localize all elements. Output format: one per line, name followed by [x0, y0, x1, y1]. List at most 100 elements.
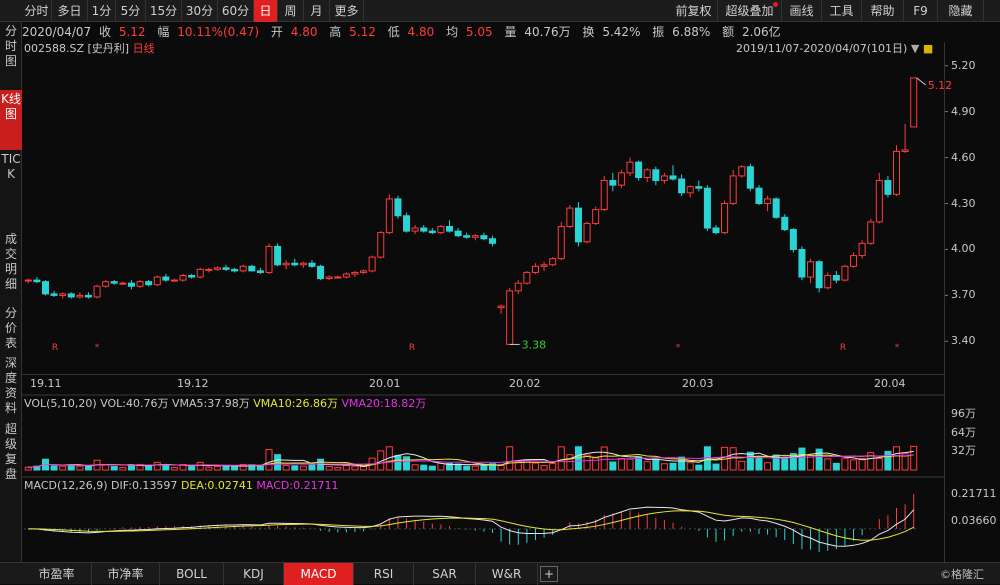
volume-bar: [24, 466, 32, 471]
sidebar-item-5[interactable]: 深度资料: [0, 354, 22, 420]
toolbar-button-3[interactable]: 工具: [822, 0, 862, 22]
volume-bar: [325, 466, 333, 471]
vma10-value: VMA10:26.86万: [253, 397, 338, 410]
candle-body: [420, 227, 428, 232]
indicator-tab-2[interactable]: BOLL: [160, 563, 224, 585]
candle-body: [299, 262, 307, 266]
tab-2[interactable]: 1分: [88, 0, 116, 22]
sidebar-item-0[interactable]: 分时图: [0, 22, 22, 90]
tab-3[interactable]: 5分: [116, 0, 146, 22]
tab-8[interactable]: 周: [278, 0, 304, 22]
sidebar-item-4[interactable]: 分价表: [0, 304, 22, 354]
volume-tick-label: 64万: [951, 425, 976, 439]
volume-bar: [600, 446, 608, 471]
candle-body: [789, 229, 797, 250]
candle-body: [102, 281, 110, 287]
candle-body: [626, 161, 634, 174]
tab-4[interactable]: 15分: [146, 0, 182, 22]
volume-bar: [609, 461, 617, 471]
candle-body: [574, 207, 582, 243]
toolbar-button-6[interactable]: 隐藏: [938, 0, 984, 22]
candle-body: [506, 290, 514, 345]
toolbar-button-4[interactable]: 帮助: [862, 0, 904, 22]
dea-value: DEA:0.02741: [180, 479, 253, 492]
candle-body: [721, 203, 729, 234]
date-tick-label: 20.01: [369, 377, 401, 390]
add-indicator-icon[interactable]: +: [540, 566, 558, 582]
volume-bar: [188, 466, 196, 471]
candle-body: [523, 271, 531, 284]
candle-body: [334, 276, 342, 279]
indicator-tab-4[interactable]: MACD: [284, 563, 354, 585]
candle-body: [385, 198, 393, 234]
chevron-down-icon[interactable]: ▼: [911, 42, 919, 55]
indicator-tab-6[interactable]: SAR: [414, 563, 476, 585]
candle-body: [755, 187, 763, 205]
candle-body: [33, 279, 41, 283]
indicator-tab-3[interactable]: KDJ: [224, 563, 284, 585]
volume-bar: [342, 464, 350, 471]
change-label: 幅: [157, 25, 170, 39]
signal-marker: *: [895, 343, 900, 353]
tab-6[interactable]: 60分: [218, 0, 254, 22]
candle-body: [635, 161, 643, 178]
volume-bar: [772, 454, 780, 471]
volume-bar: [351, 465, 359, 471]
candle-body: [497, 305, 505, 309]
date-tick-label: 20.03: [682, 377, 714, 390]
candle-body: [738, 166, 746, 177]
volume-bar: [299, 465, 307, 471]
toolbar-button-5[interactable]: F9: [904, 0, 938, 22]
toolbar-button-1[interactable]: 超级叠加: [718, 0, 782, 22]
volume-bar: [127, 464, 135, 471]
candle-body: [841, 265, 849, 281]
sidebar-item-6[interactable]: 超级复盘: [0, 420, 22, 502]
sidebar-item-3[interactable]: 成交明细: [0, 230, 22, 304]
indicator-tab-1[interactable]: 市净率: [92, 563, 160, 585]
volume-bar: [196, 461, 204, 471]
indicator-tab-0[interactable]: 市盈率: [22, 563, 92, 585]
volume-bar: [893, 446, 901, 471]
toolbar-button-2[interactable]: 画线: [782, 0, 822, 22]
candle-body: [488, 238, 496, 244]
volume-bar: [841, 457, 849, 471]
price-tick-label: 3.70: [951, 288, 976, 302]
volume-bar: [170, 467, 178, 471]
candle-body: [807, 261, 815, 278]
price-tick-label: 4.30: [951, 196, 976, 210]
tab-0[interactable]: 分时: [22, 0, 52, 22]
date-range[interactable]: 2019/11/07-2020/04/07(101日) ▼ ■: [736, 42, 933, 56]
candle-body: [179, 275, 187, 281]
volume-bar: [712, 463, 720, 471]
volume-bar: [695, 464, 703, 471]
signal-marker: R: [409, 343, 415, 353]
volume-bar: [360, 466, 368, 471]
candle-body: [893, 150, 901, 195]
candle-body: [471, 235, 479, 238]
indicator-tab-5[interactable]: RSI: [354, 563, 414, 585]
volume-value: 40.76万: [524, 25, 571, 39]
toolbar-button-0[interactable]: 前复权: [670, 0, 718, 22]
tab-9[interactable]: 月: [304, 0, 330, 22]
candle-body: [798, 248, 806, 278]
candle-body: [669, 175, 677, 180]
amount-label: 额: [722, 25, 735, 39]
vma5-value: VMA5:37.98万: [172, 397, 250, 410]
candle-body: [162, 276, 170, 281]
tab-1[interactable]: 多日: [52, 0, 88, 22]
indicator-tab-7[interactable]: W&R: [476, 563, 538, 585]
chart-title: 002588.SZ [史丹利] 日线: [24, 42, 155, 56]
amount-value: 2.06亿: [741, 25, 781, 39]
volume-bar: [850, 459, 858, 471]
avg-label: 均: [446, 25, 459, 39]
sidebar-item-2[interactable]: TICK: [0, 150, 22, 230]
tab-5[interactable]: 30分: [182, 0, 218, 22]
lock-icon[interactable]: ■: [923, 42, 933, 55]
candle-body: [772, 198, 780, 218]
signal-marker: *: [95, 343, 100, 353]
macd-header: MACD(12,26,9) DIF:0.13597 DEA:0.02741 MA…: [24, 479, 339, 493]
candle-body: [265, 245, 273, 273]
tab-7[interactable]: 日: [254, 0, 278, 22]
sidebar-item-1[interactable]: K线图: [0, 90, 22, 150]
tab-10[interactable]: 更多: [330, 0, 364, 22]
